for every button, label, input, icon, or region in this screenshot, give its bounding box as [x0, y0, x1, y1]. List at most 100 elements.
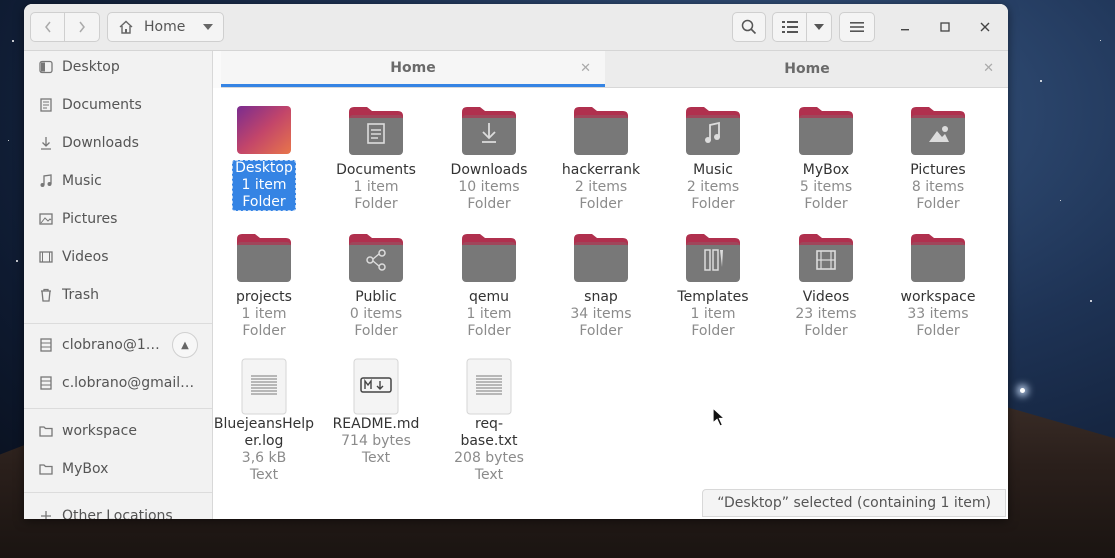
close-tab-icon[interactable]: ✕ [580, 61, 591, 76]
sidebar-item-remote-2[interactable]: c.lobrano@gmail.… [24, 364, 212, 402]
file-label-box: Desktop 1 item Folder [232, 160, 296, 211]
text-file-icon [241, 358, 287, 415]
view-mode-button[interactable] [772, 12, 807, 42]
file-label-box: Videos 23 items Folder [792, 283, 859, 340]
file-item[interactable]: Public 0 items Folder [331, 231, 421, 340]
file-name: Music [693, 162, 733, 178]
sidebar-item-downloads[interactable]: Downloads [24, 124, 212, 162]
file-item[interactable]: qemu 1 item Folder [444, 231, 534, 340]
status-text: “Desktop” selected (containing 1 item) [717, 495, 991, 511]
sidebar-item-remote-1[interactable]: clobrano@1… ▲ [24, 326, 212, 364]
file-name: qemu [468, 289, 509, 305]
file-grid: Desktop 1 item Folder Documents 1 item Folder… [213, 88, 1008, 519]
file-label-box: Pictures 8 items Folder [907, 156, 968, 213]
file-item[interactable]: Videos 23 items Folder [781, 231, 871, 340]
tab-home-2[interactable]: Home ✕ [606, 51, 1008, 87]
file-type: Folder [467, 323, 511, 339]
network-drive-icon [38, 337, 54, 353]
sidebar-item-pictures[interactable]: Pictures [24, 200, 212, 238]
hamburger-icon [850, 22, 864, 32]
file-label-box: Music 2 items Folder [684, 156, 742, 213]
close-icon [980, 22, 990, 32]
sidebar-item-workspace[interactable]: workspace [24, 412, 212, 450]
file-item[interactable]: Desktop 1 item Folder [219, 104, 309, 211]
file-name: projects [236, 289, 292, 305]
sidebar-item-label: Documents [62, 97, 142, 113]
file-size: 208 bytes [454, 450, 524, 466]
file-item[interactable]: README.md 714 bytes Text [331, 358, 421, 467]
file-item[interactable]: Documents 1 item Folder [331, 104, 421, 213]
close-tab-icon[interactable]: ✕ [983, 61, 994, 76]
sidebar-separator [24, 492, 212, 493]
file-item[interactable]: hackerrank 2 items Folder [556, 104, 646, 213]
file-type: Folder [691, 323, 735, 339]
sidebar: Desktop Documents Downloads Music Pictur… [24, 51, 213, 519]
file-size: 5 items [799, 179, 853, 195]
music-folder-icon [686, 107, 740, 155]
file-size: 1 item [241, 306, 287, 322]
sidebar-item-other-locations[interactable]: Other Locations [24, 497, 212, 519]
path-bar-home[interactable]: Home [107, 12, 224, 42]
sidebar-item-documents[interactable]: Documents [24, 86, 212, 124]
minimize-button[interactable] [896, 18, 914, 36]
file-item[interactable]: snap 34 items Folder [556, 231, 646, 340]
file-item[interactable]: projects 1 item Folder [219, 231, 309, 340]
folder-icon [799, 107, 853, 155]
desktop-icon [38, 59, 54, 75]
close-window-button[interactable] [976, 18, 994, 36]
home-icon [119, 20, 133, 34]
search-button[interactable] [732, 12, 766, 42]
file-type: Folder [354, 196, 398, 212]
file-icon-wrapper [572, 231, 630, 283]
sidebar-item-music[interactable]: Music [24, 162, 212, 200]
file-name: Downloads [450, 162, 528, 178]
file-label-box: Downloads 10 items Folder [448, 156, 531, 213]
tab-home-1[interactable]: Home ✕ [221, 51, 605, 87]
sidebar-item-label: Videos [62, 249, 109, 265]
sidebar-item-label: c.lobrano@gmail.… [62, 375, 198, 391]
file-name: Documents [336, 162, 416, 178]
file-icon-wrapper [235, 231, 293, 283]
file-item[interactable]: Pictures 8 items Folder [893, 104, 983, 213]
file-item[interactable]: Templates 1 item Folder [668, 231, 758, 340]
maximize-button[interactable] [936, 18, 954, 36]
tab-label: Home [784, 61, 830, 77]
file-item[interactable]: MyBox 5 items Folder [781, 104, 871, 213]
eject-button[interactable]: ▲ [172, 332, 198, 358]
forward-button[interactable] [64, 12, 100, 42]
folder-icon [38, 461, 54, 477]
sidebar-item-label: Desktop [62, 59, 120, 75]
sidebar-item-label: Pictures [62, 211, 118, 227]
maximize-icon [940, 22, 950, 32]
file-name: Templates [677, 289, 749, 305]
documents-folder-icon [349, 107, 403, 155]
file-label-box: Templates 1 item Folder [674, 283, 751, 340]
file-size: 2 items [686, 179, 740, 195]
file-icon-wrapper [460, 104, 518, 156]
plus-icon [38, 508, 54, 519]
sidebar-item-label: Music [62, 173, 102, 189]
music-icon [38, 173, 54, 189]
sidebar-item-trash[interactable]: Trash [24, 276, 212, 314]
sidebar-item-label: workspace [62, 423, 137, 439]
file-type: Folder [579, 323, 623, 339]
file-item[interactable]: BluejeansHelp er.log 3,6 kB Text [214, 358, 314, 484]
sidebar-item-mybox[interactable]: MyBox [24, 450, 212, 488]
file-icon-wrapper [909, 231, 967, 283]
file-item[interactable]: Downloads 10 items Folder [444, 104, 534, 213]
view-options-button[interactable] [806, 12, 832, 42]
back-button[interactable] [30, 12, 65, 42]
sidebar-item-videos[interactable]: Videos [24, 238, 212, 276]
file-item[interactable]: req-base.txt 208 bytes Text [444, 358, 534, 484]
file-icon-wrapper [460, 231, 518, 283]
video-icon [38, 249, 54, 265]
file-icon-wrapper [797, 104, 855, 156]
file-item[interactable]: Music 2 items Folder [668, 104, 758, 213]
file-item[interactable]: workspace 33 items Folder [893, 231, 983, 340]
network-drive-icon [38, 375, 54, 391]
sidebar-item-desktop[interactable]: Desktop [24, 48, 212, 86]
main-menu-button[interactable] [839, 12, 875, 42]
file-type: Folder [804, 323, 848, 339]
search-icon [741, 19, 757, 35]
file-name: Pictures [910, 162, 966, 178]
